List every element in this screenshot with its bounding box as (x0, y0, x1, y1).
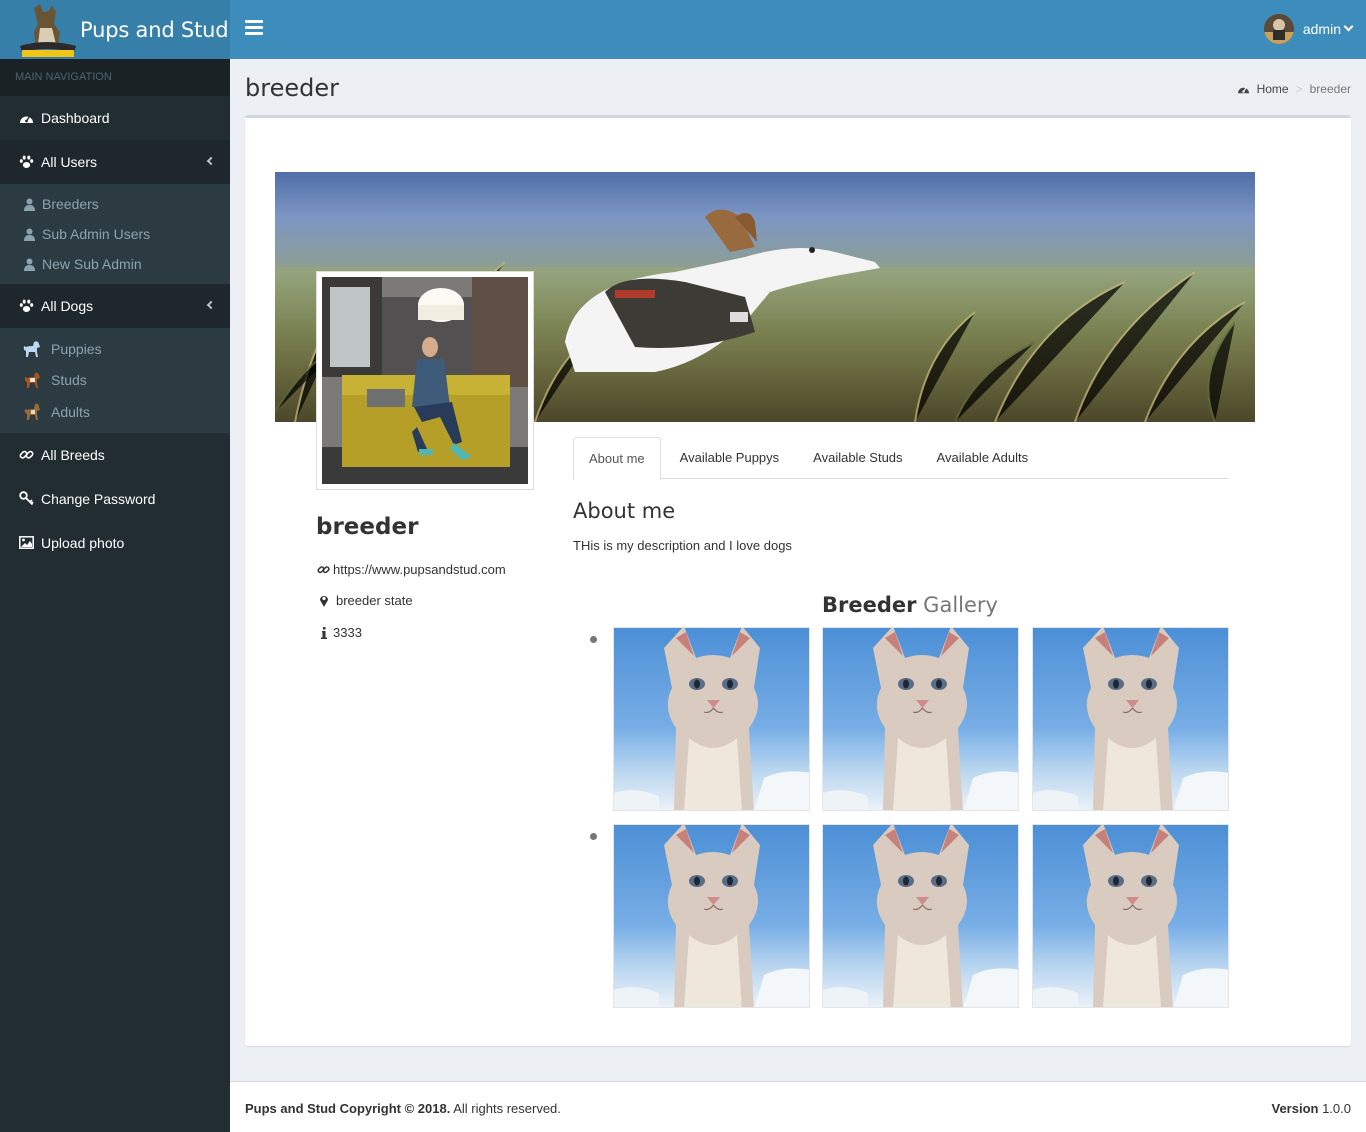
gallery-image[interactable] (613, 824, 810, 1008)
brand-logo (16, 2, 78, 58)
gallery-image[interactable] (1032, 824, 1229, 1008)
footer-copyright-rest: All rights reserved. (453, 1101, 561, 1116)
breadcrumb-home[interactable]: Home (1237, 82, 1289, 96)
top-navbar: admin (230, 0, 1366, 59)
gallery-image[interactable] (1032, 627, 1229, 811)
dashboard-icon (1237, 87, 1249, 93)
sidebar-header: MAIN NAVIGATION (0, 59, 230, 96)
chevron-left-icon (206, 300, 216, 310)
sidebar-item-label: Studs (51, 372, 87, 389)
profile-state-row: breeder state (317, 593, 413, 608)
sidebar-toggle-icon[interactable] (245, 20, 263, 35)
breadcrumb-home-label: Home (1256, 82, 1289, 96)
footer-copyright-bold: Pups and Stud Copyright © 2018. (245, 1101, 451, 1116)
dashboard-icon (18, 110, 34, 126)
profile-website-row[interactable]: https://www.pupsandstud.com (317, 562, 506, 577)
sidebar-item-breeders[interactable]: Breeders (0, 189, 230, 219)
sidebar-item-change-password[interactable]: Change Password (0, 477, 230, 521)
sidebar-item-label: Upload photo (41, 534, 125, 551)
tab-available-studs[interactable]: Available Studs (798, 437, 917, 479)
stud-dog-icon (22, 371, 42, 389)
page-title: breeder (245, 74, 339, 102)
map-marker-icon (317, 594, 331, 607)
brand-logo-area[interactable]: Pups and Stud (0, 0, 230, 59)
sidebar-item-label: Change Password (41, 490, 156, 507)
gallery-image[interactable] (822, 627, 1019, 811)
breadcrumb: Home > breeder (1237, 82, 1351, 96)
footer-version: Version 1.0.0 (1271, 1101, 1351, 1116)
footer-version-number: 1.0.0 (1322, 1101, 1351, 1116)
profile-state: breeder state (336, 593, 413, 608)
sidebar-item-label: Puppies (51, 340, 102, 357)
user-icon (22, 228, 36, 241)
about-title: About me (573, 499, 676, 523)
profile-avatar (316, 271, 534, 490)
gallery-image[interactable] (822, 824, 1019, 1008)
breadcrumb-current: breeder (1309, 82, 1351, 96)
footer-copyright: Pups and Stud Copyright © 2018. All righ… (245, 1101, 561, 1116)
profile-tabs: About me Available Puppys Available Stud… (573, 437, 1229, 480)
sidebar-item-upload-photo[interactable]: Upload photo (0, 521, 230, 565)
user-avatar (1263, 14, 1294, 44)
user-menu[interactable]: admin (1263, 14, 1354, 44)
footer: Pups and Stud Copyright © 2018. All righ… (230, 1081, 1366, 1132)
key-icon (18, 491, 34, 507)
sidebar: MAIN NAVIGATION Dashboard All Users Bree… (0, 59, 230, 1132)
profile-info-row: 3333 (317, 625, 362, 640)
sidebar-item-all-dogs[interactable]: All Dogs (0, 284, 230, 328)
paw-icon (18, 154, 34, 170)
sidebar-item-new-sub-admin[interactable]: New Sub Admin (0, 249, 230, 279)
adult-dog-icon (22, 403, 42, 421)
tab-available-adults[interactable]: Available Adults (922, 437, 1044, 479)
user-icon (22, 258, 36, 271)
gallery-title-rest: Gallery (923, 593, 998, 617)
sidebar-item-label: All Dogs (41, 298, 94, 314)
profile-website: https://www.pupsandstud.com (333, 562, 506, 577)
puppy-icon (22, 340, 42, 358)
breadcrumb-separator: > (1295, 82, 1303, 96)
info-icon (317, 626, 331, 639)
image-icon (18, 535, 34, 551)
sidebar-item-dashboard[interactable]: Dashboard (0, 96, 230, 140)
users-submenu: Breeders Sub Admin Users New Sub Admin (0, 184, 230, 284)
sidebar-item-all-users[interactable]: All Users (0, 140, 230, 184)
list-bullet (590, 833, 597, 840)
tab-available-puppys[interactable]: Available Puppys (665, 437, 795, 479)
list-bullet (590, 636, 597, 643)
sidebar-item-sub-admin-users[interactable]: Sub Admin Users (0, 219, 230, 249)
sidebar-item-adults[interactable]: Adults (0, 396, 230, 428)
sidebar-item-label: All Breeds (41, 446, 105, 463)
profile-info: 3333 (333, 625, 362, 640)
sidebar-item-all-breeds[interactable]: All Breeds (0, 433, 230, 477)
profile-name: breeder (316, 514, 419, 540)
paw-icon (18, 298, 34, 314)
dogs-submenu: Puppies Studs Adults (0, 328, 230, 433)
sidebar-item-puppies[interactable]: Puppies (0, 333, 230, 365)
sidebar-item-label: Sub Admin Users (42, 226, 151, 242)
chevron-down-icon (1343, 21, 1354, 31)
chevron-left-icon (206, 156, 216, 166)
gallery-title: Breeder Gallery (822, 593, 998, 617)
link-icon (18, 447, 34, 463)
link-icon (317, 563, 330, 576)
sidebar-item-label: New Sub Admin (42, 256, 142, 272)
sidebar-item-label: Breeders (42, 196, 99, 212)
brand-name: Pups and Stud (80, 17, 229, 42)
footer-version-label: Version (1271, 1101, 1319, 1116)
about-text: THis is my description and I love dogs (573, 538, 792, 553)
tab-about-me[interactable]: About me (573, 437, 661, 480)
user-name: admin (1302, 21, 1341, 37)
gallery-title-bold: Breeder (822, 593, 917, 617)
sidebar-item-label: Adults (51, 403, 90, 420)
sidebar-item-label: Dashboard (41, 110, 110, 126)
user-icon (22, 198, 36, 211)
sidebar-item-label: All Users (41, 154, 98, 170)
sidebar-item-studs[interactable]: Studs (0, 365, 230, 397)
gallery-image[interactable] (613, 627, 810, 811)
